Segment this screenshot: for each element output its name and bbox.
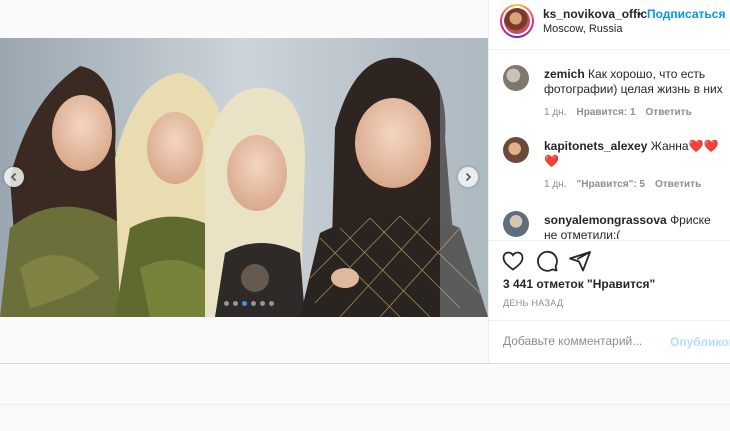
- likes-count[interactable]: 3 441 отметок "Нравится": [503, 277, 655, 291]
- carousel-prev-button[interactable]: [4, 167, 24, 187]
- carousel-dot: [233, 301, 238, 306]
- avatar[interactable]: [503, 211, 529, 237]
- share-icon[interactable]: [568, 249, 592, 273]
- post-sidebar: ks_novikova_offic • Подписаться Moscow, …: [488, 0, 730, 363]
- carousel-dot: [224, 301, 229, 306]
- carousel-dot: [242, 301, 247, 306]
- carousel-next-button[interactable]: [458, 167, 478, 187]
- comments-list: zemich Как хорошо, что есть фотографии) …: [489, 51, 730, 239]
- carousel-dot: [260, 301, 265, 306]
- comment-time[interactable]: 1 дн.: [544, 179, 566, 190]
- carousel-dots: [224, 301, 274, 306]
- top-backdrop: [0, 0, 488, 38]
- divider: [0, 404, 730, 405]
- comment-likes[interactable]: "Нравится": 5: [576, 179, 645, 190]
- divider: [0, 363, 730, 364]
- comment-input[interactable]: [503, 334, 653, 348]
- instagram-post-modal: ks_novikova_offic • Подписаться Moscow, …: [0, 0, 730, 431]
- comment-username[interactable]: zemich: [544, 67, 585, 81]
- comment-username[interactable]: sonyalemongrassova: [544, 213, 667, 227]
- separator-bullet: •: [637, 7, 642, 21]
- carousel-dot: [251, 301, 256, 306]
- avatar[interactable]: [503, 65, 529, 91]
- reply-button[interactable]: Ответить: [655, 179, 701, 190]
- reply-button[interactable]: Ответить: [646, 107, 692, 118]
- comment-body: sonyalemongrassova Фриске не отметили:(: [544, 213, 724, 239]
- comment-body: kapitonets_alexey Жанна❤️❤️❤️: [544, 139, 724, 169]
- comment-username[interactable]: kapitonets_alexey: [544, 139, 647, 153]
- page-background: [0, 317, 488, 431]
- photo-illustration: [0, 38, 488, 317]
- comment-meta: 1 дн. Нравится: 1 Ответить: [544, 107, 692, 118]
- chevron-left-icon: [10, 172, 17, 182]
- carousel-dot: [269, 301, 274, 306]
- comment-likes[interactable]: Нравится: 1: [576, 107, 635, 118]
- comment-icon[interactable]: [535, 249, 559, 273]
- post-photo[interactable]: [0, 38, 488, 317]
- heart-icon[interactable]: [501, 249, 525, 273]
- comment-meta: 1 дн. "Нравится": 5 Ответить: [544, 179, 701, 190]
- post-date[interactable]: ДЕНЬ НАЗАД: [503, 298, 563, 308]
- post-comment-button[interactable]: Опубликовать: [670, 335, 730, 349]
- follow-button[interactable]: Подписаться: [647, 7, 725, 21]
- post-header: ks_novikova_offic • Подписаться Moscow, …: [489, 0, 730, 50]
- post-username[interactable]: ks_novikova_offic: [543, 7, 647, 21]
- avatar[interactable]: [503, 137, 529, 163]
- add-comment-bar: Опубликовать: [489, 320, 730, 363]
- chevron-right-icon: [465, 172, 472, 182]
- post-location[interactable]: Moscow, Russia: [543, 23, 622, 35]
- avatar[interactable]: [500, 4, 534, 38]
- comment-time[interactable]: 1 дн.: [544, 107, 566, 118]
- post-actions: 3 441 отметок "Нравится" ДЕНЬ НАЗАД: [489, 240, 730, 320]
- comment-body: zemich Как хорошо, что есть фотографии) …: [544, 67, 724, 97]
